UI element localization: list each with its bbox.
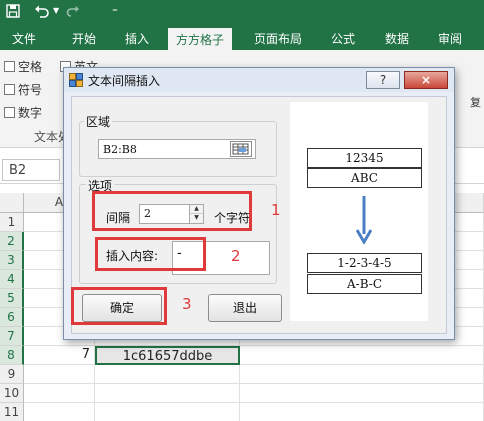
ribbon-symbol-label: 符号 [18,83,43,97]
row-header[interactable]: 10 [0,384,24,403]
cell-a[interactable] [24,384,95,403]
cell-a[interactable] [24,403,95,421]
save-icon[interactable] [6,4,20,22]
example-before-text: ABC [307,168,422,188]
checkbox-icon [4,84,15,95]
row-header[interactable]: 1 [0,213,24,232]
tab-home[interactable]: 开始 [72,30,96,47]
exit-button[interactable]: 退出 [208,294,282,322]
dialog-app-icon [69,73,83,87]
row-header[interactable]: 2 [0,232,24,251]
row-header[interactable]: 7 [0,327,24,346]
ribbon-overflow-label: 复 [470,96,481,109]
select-all-corner[interactable] [0,193,24,213]
row-header[interactable]: 11 [0,403,24,421]
row-header[interactable]: 8 [0,346,24,365]
dialog-title: 文本间隔插入 [88,74,161,88]
cell-a[interactable]: 7 [24,346,95,365]
cell-b[interactable] [95,384,240,403]
example-after-number: 1-2-3-4-5 [307,253,422,273]
help-button[interactable]: ? [366,71,400,89]
annotation-number-2: 2 [231,247,241,265]
checkbox-icon [4,107,15,118]
row-header[interactable]: 9 [0,365,24,384]
row-header[interactable]: 4 [0,270,24,289]
annotation-number-1: 1 [271,201,281,219]
cell-c[interactable] [240,403,484,421]
example-before-number: 12345 [307,148,422,168]
close-button[interactable]: × [404,71,448,89]
example-after-text: A-B-C [307,274,422,294]
tab-insert[interactable]: 插入 [125,30,149,47]
ribbon-space-checkbox[interactable]: 空格 [4,58,42,75]
name-box[interactable]: B2 [2,159,60,181]
annotation-number-3: 3 [182,295,192,313]
tab-fangfanggezi[interactable]: 方方格子 [168,28,233,50]
cell-a[interactable] [24,365,95,384]
customize-toolbar-icon[interactable]: ₌ [112,2,118,15]
title-bar: ▼ ₌ [0,0,484,26]
ribbon-space-label: 空格 [18,60,43,74]
dialog-title-bar[interactable]: 文本间隔插入 ? × [64,68,454,92]
annotation-box-insert [95,237,206,271]
cell-c[interactable] [240,384,484,403]
annotation-box-ok [71,287,167,325]
ribbon-number-checkbox[interactable]: 数字 [4,104,42,121]
row-header[interactable]: 3 [0,251,24,270]
row-header[interactable]: 6 [0,308,24,327]
ribbon-number-label: 数字 [18,106,43,120]
range-picker-button[interactable] [230,141,252,157]
active-cell-b8[interactable]: 1c61657ddbe [95,346,240,365]
cell-b[interactable] [95,403,240,421]
tab-formulas[interactable]: 公式 [331,30,355,47]
tab-page-layout[interactable]: 页面布局 [254,30,302,47]
tab-data[interactable]: 数据 [385,30,409,47]
ribbon-symbol-checkbox[interactable]: 符号 [4,81,42,98]
down-arrow-icon [356,196,372,244]
checkbox-icon [4,61,15,72]
tab-file[interactable]: 文件 [12,30,36,47]
tab-review[interactable]: 审阅 [438,30,462,47]
cell-c[interactable] [240,365,484,384]
redo-icon[interactable] [66,4,80,22]
cell-c[interactable] [240,346,484,365]
row-header[interactable]: 5 [0,289,24,308]
cell-b[interactable] [95,365,240,384]
example-panel: 12345 ABC 1-2-3-4-5 A-B-C [290,102,428,321]
undo-icon[interactable] [34,4,50,22]
undo-dropdown-icon[interactable]: ▼ [53,6,59,15]
range-picker-icon [232,143,249,155]
ribbon-tabs: 文件 开始 插入 方方格子 页面布局 公式 数据 审阅 [0,26,484,50]
region-label: 区域 [84,113,113,130]
annotation-box-interval [92,191,252,231]
